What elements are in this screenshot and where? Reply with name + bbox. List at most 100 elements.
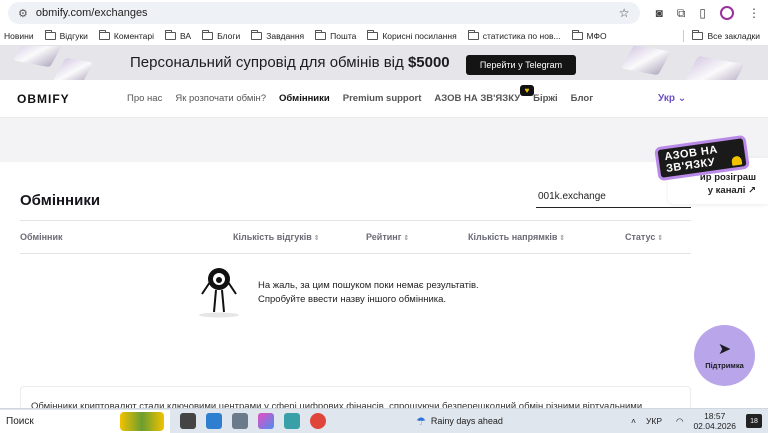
bookmark-label: Новини [4,30,34,41]
site-logo[interactable]: OBMIFY [17,92,70,106]
nav-premium-support[interactable]: Premium support [343,93,422,104]
bookmark-label: МФО [586,30,607,41]
taskbar-search[interactable]: Поиск [0,409,170,433]
bell-icon [731,155,743,166]
wifi-icon[interactable]: ◠ [676,416,683,427]
page-title: Обмінники [20,192,101,209]
bookmark-star-icon[interactable]: ☆ [619,6,630,20]
column-header-reviews[interactable]: Кількість відгуків ⇕ [233,232,320,242]
bookmark-folder[interactable]: Завдання [251,29,305,41]
bookmark-folder[interactable]: Коментарі [98,29,154,41]
support-label: Підтримка [705,361,744,370]
bookmark-folder[interactable]: Блоги [202,29,241,41]
menu-icon[interactable]: ⋮ [748,6,760,20]
paper-plane-icon: ➤ [717,341,732,358]
promo-label: Персональний супровід для обмінів від [130,54,404,71]
column-label: Статус [625,232,656,242]
nav-about[interactable]: Про нас [127,93,162,104]
profile-avatar-icon[interactable] [720,6,734,20]
nav-azov[interactable]: АЗОВ НА ЗВ'ЯЗКУ [434,93,520,104]
folder-icon [571,29,583,40]
telegram-button[interactable]: Перейти у Telegram [466,55,576,75]
task-view-icon[interactable] [180,413,196,429]
bookmark-item[interactable]: Новини [4,31,34,41]
chevron-up-icon[interactable]: ˄ [631,416,636,426]
bookmark-folder[interactable]: МФО [571,29,607,41]
empty-line: Спробуйте ввести назву іншого обмінника. [258,294,447,305]
column-label: Обмінник [20,232,63,242]
crystal-decoration [621,46,671,76]
folder-icon [165,29,177,40]
nav-how-to-start[interactable]: Як розпочати обмін? [175,93,266,104]
bookmark-label: Завдання [266,30,305,41]
clock[interactable]: 18:57 02.04.2026 [693,411,736,431]
taskbar: Поиск ☂ Rainy days ahead ˄ УКР ◠ 18:57 0… [0,408,768,433]
nav-exchangers[interactable]: Обмінники [279,93,330,104]
bookmark-label: Відгуки [59,30,88,41]
column-label: Рейтинг [366,232,402,242]
chevron-down-icon: ⌄ [677,93,687,104]
nav-exchanges[interactable]: Біржі [533,93,558,104]
system-tray: ˄ УКР ◠ 18:57 02.04.2026 18 [631,411,762,431]
bookmark-folder[interactable]: статистика по нов... [467,29,561,41]
bookmark-label: Блоги [217,30,241,41]
folder-icon [98,29,110,40]
sunflower-image [120,411,164,431]
address-bar[interactable]: ⚙ obmify.com/exchanges ☆ [8,2,640,24]
search-input[interactable]: 001k.exchange [536,188,691,208]
folder-icon [315,29,327,40]
input-language[interactable]: УКР [646,416,662,426]
weather-widget[interactable]: ☂ Rainy days ahead [416,415,503,428]
site-info-icon[interactable]: ⚙ [18,7,28,20]
bookmark-label: Пошта [330,30,357,41]
browser-toolbar: ⚙ obmify.com/exchanges ☆ ◙ ⧉ ▯ ⋮ [0,0,768,26]
camera-icon[interactable]: ◙ [656,6,663,20]
copilot-icon[interactable] [258,413,274,429]
column-label: Кількість відгуків [233,232,312,242]
bookmark-folder[interactable]: Відгуки [44,29,88,41]
notifications-badge[interactable]: 18 [746,414,762,428]
bookmark-folder[interactable]: Пошта [315,29,357,41]
promo-banner: Персональний супровід для обмінів від $5… [0,46,768,80]
promo-text: Персональний супровід для обмінів від $5… [130,54,450,71]
column-header-exchanger[interactable]: Обмінник [20,232,63,242]
promo-amount: $5000 [407,54,450,71]
column-label: Кількість напрямків [468,232,558,242]
bookmark-folder[interactable]: ВА [165,29,191,41]
bookmark-folder[interactable]: Корисні посилання [367,29,457,41]
support-button[interactable]: ➤ Підтримка [694,325,755,386]
sort-icon: ⇕ [559,235,566,242]
calculator-icon[interactable] [232,413,248,429]
taskbar-search-label: Поиск [6,415,34,427]
sidebar-icon[interactable]: ▯ [699,6,706,20]
empty-line: На жаль, за цим пошуком поки немає резул… [258,280,479,291]
app-icon[interactable] [284,413,300,429]
bookmarks-bar: Новини Відгуки Коментарі ВА Блоги Завдан… [0,26,768,46]
nav-blog[interactable]: Блог [571,93,594,104]
divider [20,220,691,221]
column-header-status[interactable]: Статус ⇕ [625,232,663,242]
sort-icon: ⇕ [313,235,320,242]
folder-icon [44,29,56,40]
site-header: OBMIFY Про нас Як розпочати обмін? Обмін… [0,80,768,118]
empty-state-message: На жаль, за цим пошуком поки немає резул… [258,279,479,307]
main-nav: Про нас Як розпочати обмін? Обмінники Pr… [127,93,606,104]
language-selector[interactable]: Укр ⌄ [658,93,686,104]
column-header-rating[interactable]: Рейтинг ⇕ [366,232,409,242]
empty-state-mascot-icon [199,268,239,318]
all-bookmarks-button[interactable]: Все закладки [692,29,760,41]
chrome-icon[interactable] [310,413,326,429]
column-header-directions[interactable]: Кількість напрямків ⇕ [468,232,565,242]
sort-icon: ⇕ [403,235,410,242]
hero-section [0,118,768,162]
bookmarks-divider [683,29,685,42]
folder-icon [251,29,263,40]
umbrella-icon: ☂ [416,415,426,428]
bookmark-label: Корисні посилання [382,30,457,41]
crystal-decoration [685,55,745,80]
store-icon[interactable] [206,413,222,429]
extensions-icon[interactable]: ⧉ [677,6,686,21]
crystal-decoration [13,46,63,68]
sort-icon: ⇕ [657,235,664,242]
divider [20,253,691,254]
